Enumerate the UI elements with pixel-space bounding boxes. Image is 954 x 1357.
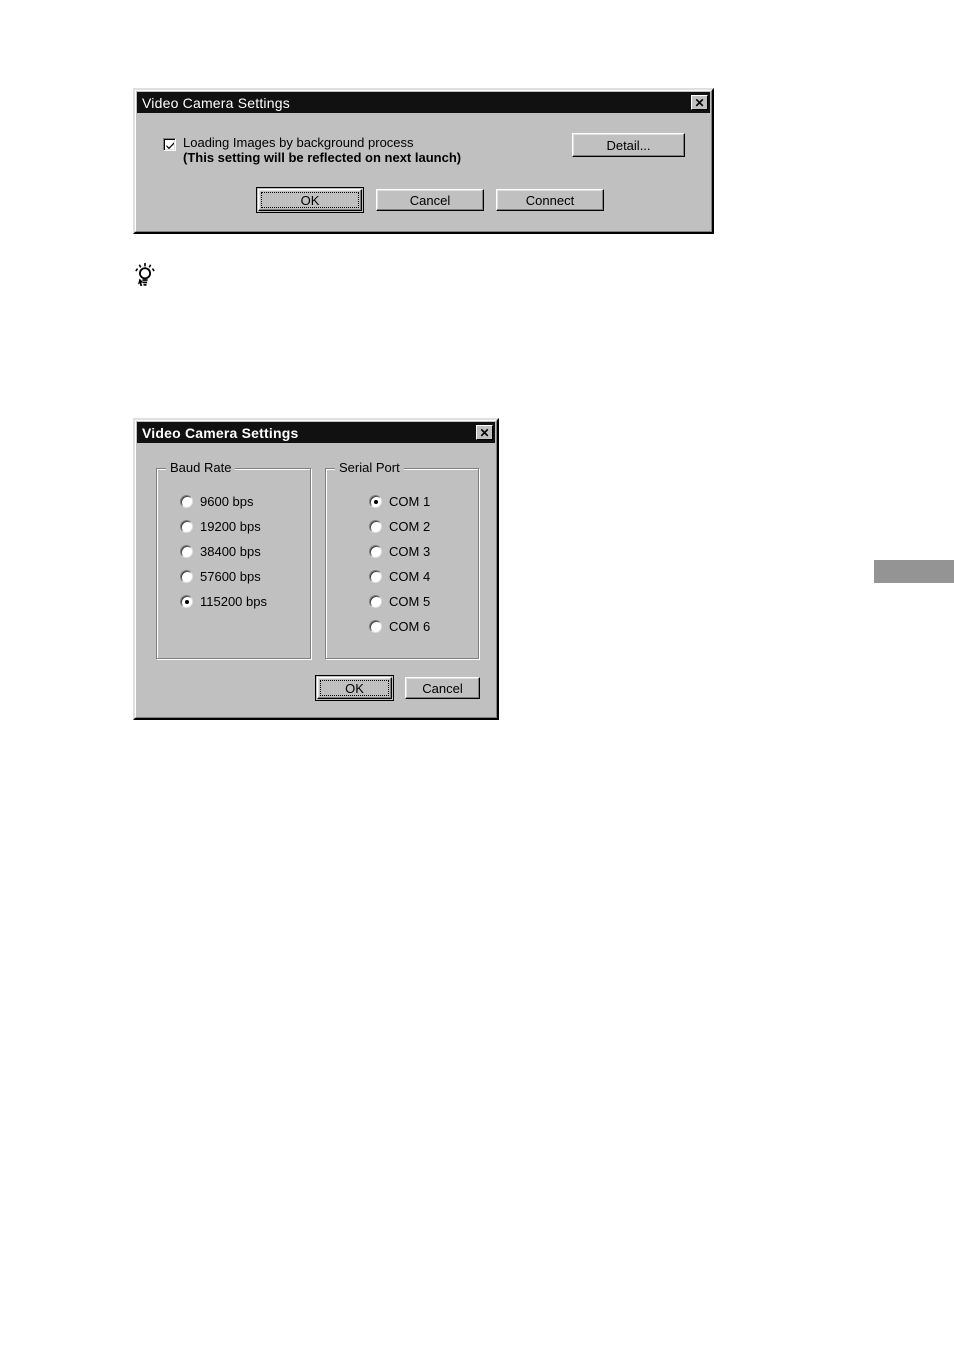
page-root: { "page": { "background_color": "#ffffff…: [0, 0, 954, 1357]
ok-button-default-frame: OK: [256, 187, 364, 213]
radio-baud-19200[interactable]: 19200 bps: [180, 520, 261, 533]
radio-label: COM 4: [389, 569, 431, 584]
ok-button[interactable]: OK: [258, 189, 362, 211]
background-process-checkbox[interactable]: [163, 138, 176, 151]
background-process-label-line1: Loading Images by background process: [183, 135, 414, 150]
video-camera-settings-dialog: Video Camera Settings ✕ Loading Images b…: [133, 88, 714, 234]
baud-rate-group-title: Baud Rate: [166, 461, 236, 474]
radio-indicator: [369, 545, 382, 558]
cancel-button-label: Cancel: [422, 680, 463, 696]
serial-port-groupbox: Serial Port COM 1 COM 2 COM 3 COM 4 COM …: [325, 461, 480, 660]
cancel-button[interactable]: Cancel: [376, 189, 484, 211]
video-camera-serial-settings-dialog: Video Camera Settings ✕ Baud Rate 9600 b…: [133, 418, 499, 720]
page-edge-tab-marker: [874, 560, 954, 583]
dialog-titlebar[interactable]: Video Camera Settings ✕: [137, 92, 710, 113]
radio-label: COM 6: [389, 619, 431, 634]
cancel-button-label: Cancel: [409, 192, 451, 208]
radio-indicator: [369, 495, 382, 508]
dialog-title: Video Camera Settings: [142, 424, 299, 441]
cancel-button[interactable]: Cancel: [405, 677, 480, 699]
radio-label: 38400 bps: [200, 544, 261, 559]
radio-indicator: [180, 570, 193, 583]
close-icon[interactable]: ✕: [476, 425, 493, 440]
radio-com-5[interactable]: COM 5: [369, 595, 430, 608]
radio-label: COM 5: [389, 594, 431, 609]
radio-com-1[interactable]: COM 1: [369, 495, 430, 508]
radio-indicator: [180, 595, 193, 608]
radio-baud-115200[interactable]: 115200 bps: [180, 595, 267, 608]
radio-com-3[interactable]: COM 3: [369, 545, 430, 558]
radio-label: COM 3: [389, 544, 431, 559]
radio-label: 57600 bps: [200, 569, 261, 584]
ok-button[interactable]: OK: [317, 677, 392, 699]
lightbulb-tip-icon: [133, 263, 157, 289]
close-icon[interactable]: ✕: [691, 95, 708, 110]
connect-button-label: Connect: [525, 192, 575, 208]
ok-button-label: OK: [300, 192, 320, 208]
detail-button-label: Detail...: [606, 137, 651, 153]
radio-label: 9600 bps: [200, 494, 254, 509]
radio-indicator: [369, 520, 382, 533]
radio-com-2[interactable]: COM 2: [369, 520, 430, 533]
ok-button-label: OK: [345, 680, 364, 696]
dialog-titlebar[interactable]: Video Camera Settings ✕: [137, 422, 495, 443]
radio-baud-9600[interactable]: 9600 bps: [180, 495, 254, 508]
radio-indicator: [369, 570, 382, 583]
radio-com-6[interactable]: COM 6: [369, 620, 430, 633]
ok-button-default-frame: OK: [315, 675, 394, 701]
close-glyph: ✕: [694, 95, 705, 110]
radio-indicator: [369, 620, 382, 633]
lightbulb-glyph: [135, 263, 155, 287]
serial-port-group-title: Serial Port: [335, 461, 404, 474]
radio-indicator: [369, 595, 382, 608]
connect-button[interactable]: Connect: [496, 189, 604, 211]
baud-rate-groupbox: Baud Rate 9600 bps 19200 bps 38400 bps 5…: [156, 461, 312, 660]
radio-label: 115200 bps: [200, 594, 267, 609]
background-process-label-line2: (This setting will be reflected on next …: [183, 150, 462, 165]
radio-indicator: [180, 545, 193, 558]
radio-label: COM 2: [389, 519, 431, 534]
dialog-title: Video Camera Settings: [142, 94, 290, 111]
radio-baud-38400[interactable]: 38400 bps: [180, 545, 261, 558]
checkmark-icon: [166, 142, 174, 150]
radio-com-4[interactable]: COM 4: [369, 570, 430, 583]
close-glyph: ✕: [479, 425, 490, 440]
detail-button[interactable]: Detail...: [572, 133, 685, 157]
radio-indicator: [180, 520, 193, 533]
radio-label: 19200 bps: [200, 519, 261, 534]
radio-label: COM 1: [389, 494, 431, 509]
radio-baud-57600[interactable]: 57600 bps: [180, 570, 261, 583]
radio-indicator: [180, 495, 193, 508]
